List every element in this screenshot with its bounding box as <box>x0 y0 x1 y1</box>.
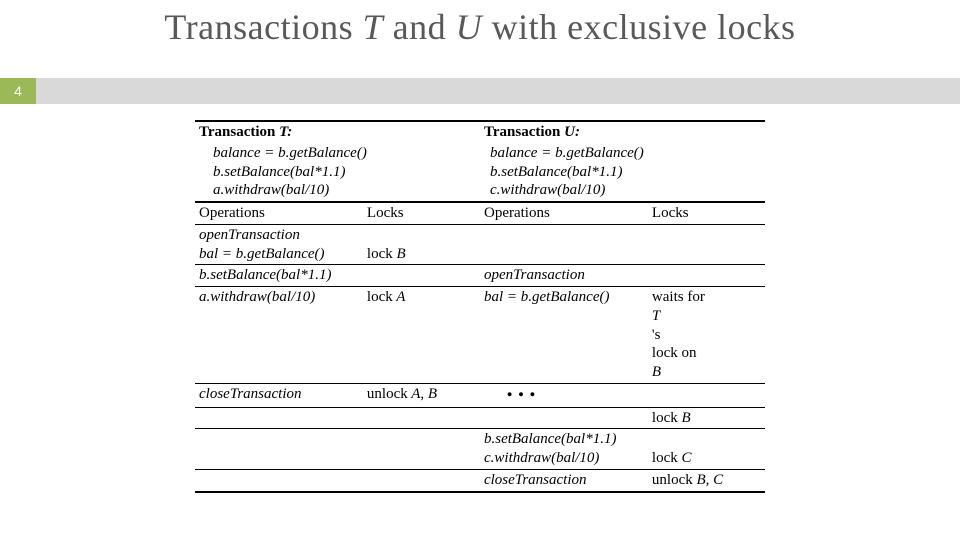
u-row5-lock: lock B <box>648 407 765 429</box>
tx-t-name: T: <box>279 124 292 140</box>
tx-t-code: balance = b.getBalance() b.setBalance(ba… <box>195 143 480 202</box>
col-ops-u: Operations <box>480 202 648 224</box>
tx-u-code: balance = b.getBalance() b.setBalance(ba… <box>480 143 765 202</box>
col-locks-u: Locks <box>648 202 765 224</box>
title-suffix: with exclusive locks <box>482 7 795 47</box>
tx-u-code-l2: b.setBalance(bal*1.1) <box>490 163 761 182</box>
t-row1-op: openTransaction bal = b.getBalance() <box>195 224 363 265</box>
title-prefix: Transactions <box>164 7 362 47</box>
u-row7-lock-text: unlock B, C <box>652 472 723 488</box>
u-row3-lock: waits for T's lock on B <box>648 287 765 384</box>
u-row1-op <box>480 224 648 265</box>
u-row4-lock <box>648 383 765 407</box>
t-row1-lock: lock B <box>363 224 480 265</box>
t-row2-op: b.setBalance(bal*1.1) <box>195 265 363 287</box>
title-mid: and <box>383 7 455 47</box>
page-number-badge: 4 <box>0 78 36 104</box>
u-row6-op-b: c.withdraw(bal/10) <box>484 449 644 468</box>
u-row5-op <box>480 407 648 429</box>
badge-stripe <box>36 78 960 104</box>
t-row2-lock <box>363 265 480 287</box>
u-row3-lock-b-var: B <box>652 363 761 382</box>
t-row7-op <box>195 469 363 491</box>
tx-t-code-l1: balance = b.getBalance() <box>213 144 476 163</box>
u-row3-lock-a-var: T <box>652 307 761 326</box>
u-row1-lock <box>648 224 765 265</box>
u-row6-op: b.setBalance(bal*1.1) c.withdraw(bal/10) <box>480 429 648 470</box>
tx-t-header: Transaction T: <box>195 121 480 143</box>
col-locks-t: Locks <box>363 202 480 224</box>
t-row7-lock <box>363 469 480 491</box>
transactions-table: Transaction T: Transaction U: balance = … <box>195 120 765 493</box>
t-row4-lock-text: unlock A, B <box>367 386 437 402</box>
u-row3-lock-a: waits for T's <box>652 288 761 344</box>
u-row6-op-a: b.setBalance(bal*1.1) <box>484 430 644 449</box>
u-row2-op: openTransaction <box>480 265 648 287</box>
t-bal: bal = b.getBalance() <box>199 245 359 264</box>
t-row5-op <box>195 407 363 429</box>
tx-t-code-l3: a.withdraw(bal/10) <box>213 181 476 200</box>
col-ops-t: Operations <box>195 202 363 224</box>
t-row3-lock-text: lock A <box>367 289 405 305</box>
u-row3-lock-a-post: 's <box>652 326 761 345</box>
u-row3-lock-b-pre: lock on <box>652 344 761 363</box>
u-row3-lock-a-pre: waits for <box>652 288 761 307</box>
u-row6-lock: lock C <box>648 429 765 470</box>
tx-t-code-l2: b.setBalance(bal*1.1) <box>213 163 476 182</box>
page-badge-row: 4 <box>0 78 960 106</box>
tx-u-header: Transaction U: <box>480 121 765 143</box>
slide: Transactions T and U with exclusive lock… <box>0 0 960 540</box>
t-row5-lock <box>363 407 480 429</box>
u-row2-lock <box>648 265 765 287</box>
t-row6-op <box>195 429 363 470</box>
t-row3-lock: lock A <box>363 287 480 384</box>
u-row6-lock-text: lock C <box>652 450 692 466</box>
u-row4-op: … <box>480 383 648 407</box>
t-row4-lock: unlock A, B <box>363 383 480 407</box>
u-row7-op: closeTransaction <box>480 469 648 491</box>
u-row5-lock-text: lock B <box>652 410 691 426</box>
t-row1-lock-text: lock B <box>367 246 406 262</box>
u-row3-lock-b: lock on B <box>652 344 761 382</box>
title-u: U <box>456 7 483 47</box>
tx-u-code-l3: c.withdraw(bal/10) <box>490 181 761 200</box>
t-row6-lock <box>363 429 480 470</box>
tx-u-label: Transaction <box>484 124 560 140</box>
title-t: T <box>363 7 384 47</box>
t-row4-op: closeTransaction <box>195 383 363 407</box>
t-open: openTransaction <box>199 226 359 245</box>
tx-u-name: U: <box>564 124 580 140</box>
t-row3-op: a.withdraw(bal/10) <box>195 287 363 384</box>
tx-u-code-l1: balance = b.getBalance() <box>490 144 761 163</box>
u-row7-lock: unlock B, C <box>648 469 765 491</box>
tx-t-label: Transaction <box>199 124 275 140</box>
dots-icon: … <box>484 367 544 404</box>
slide-title: Transactions T and U with exclusive lock… <box>0 6 960 48</box>
